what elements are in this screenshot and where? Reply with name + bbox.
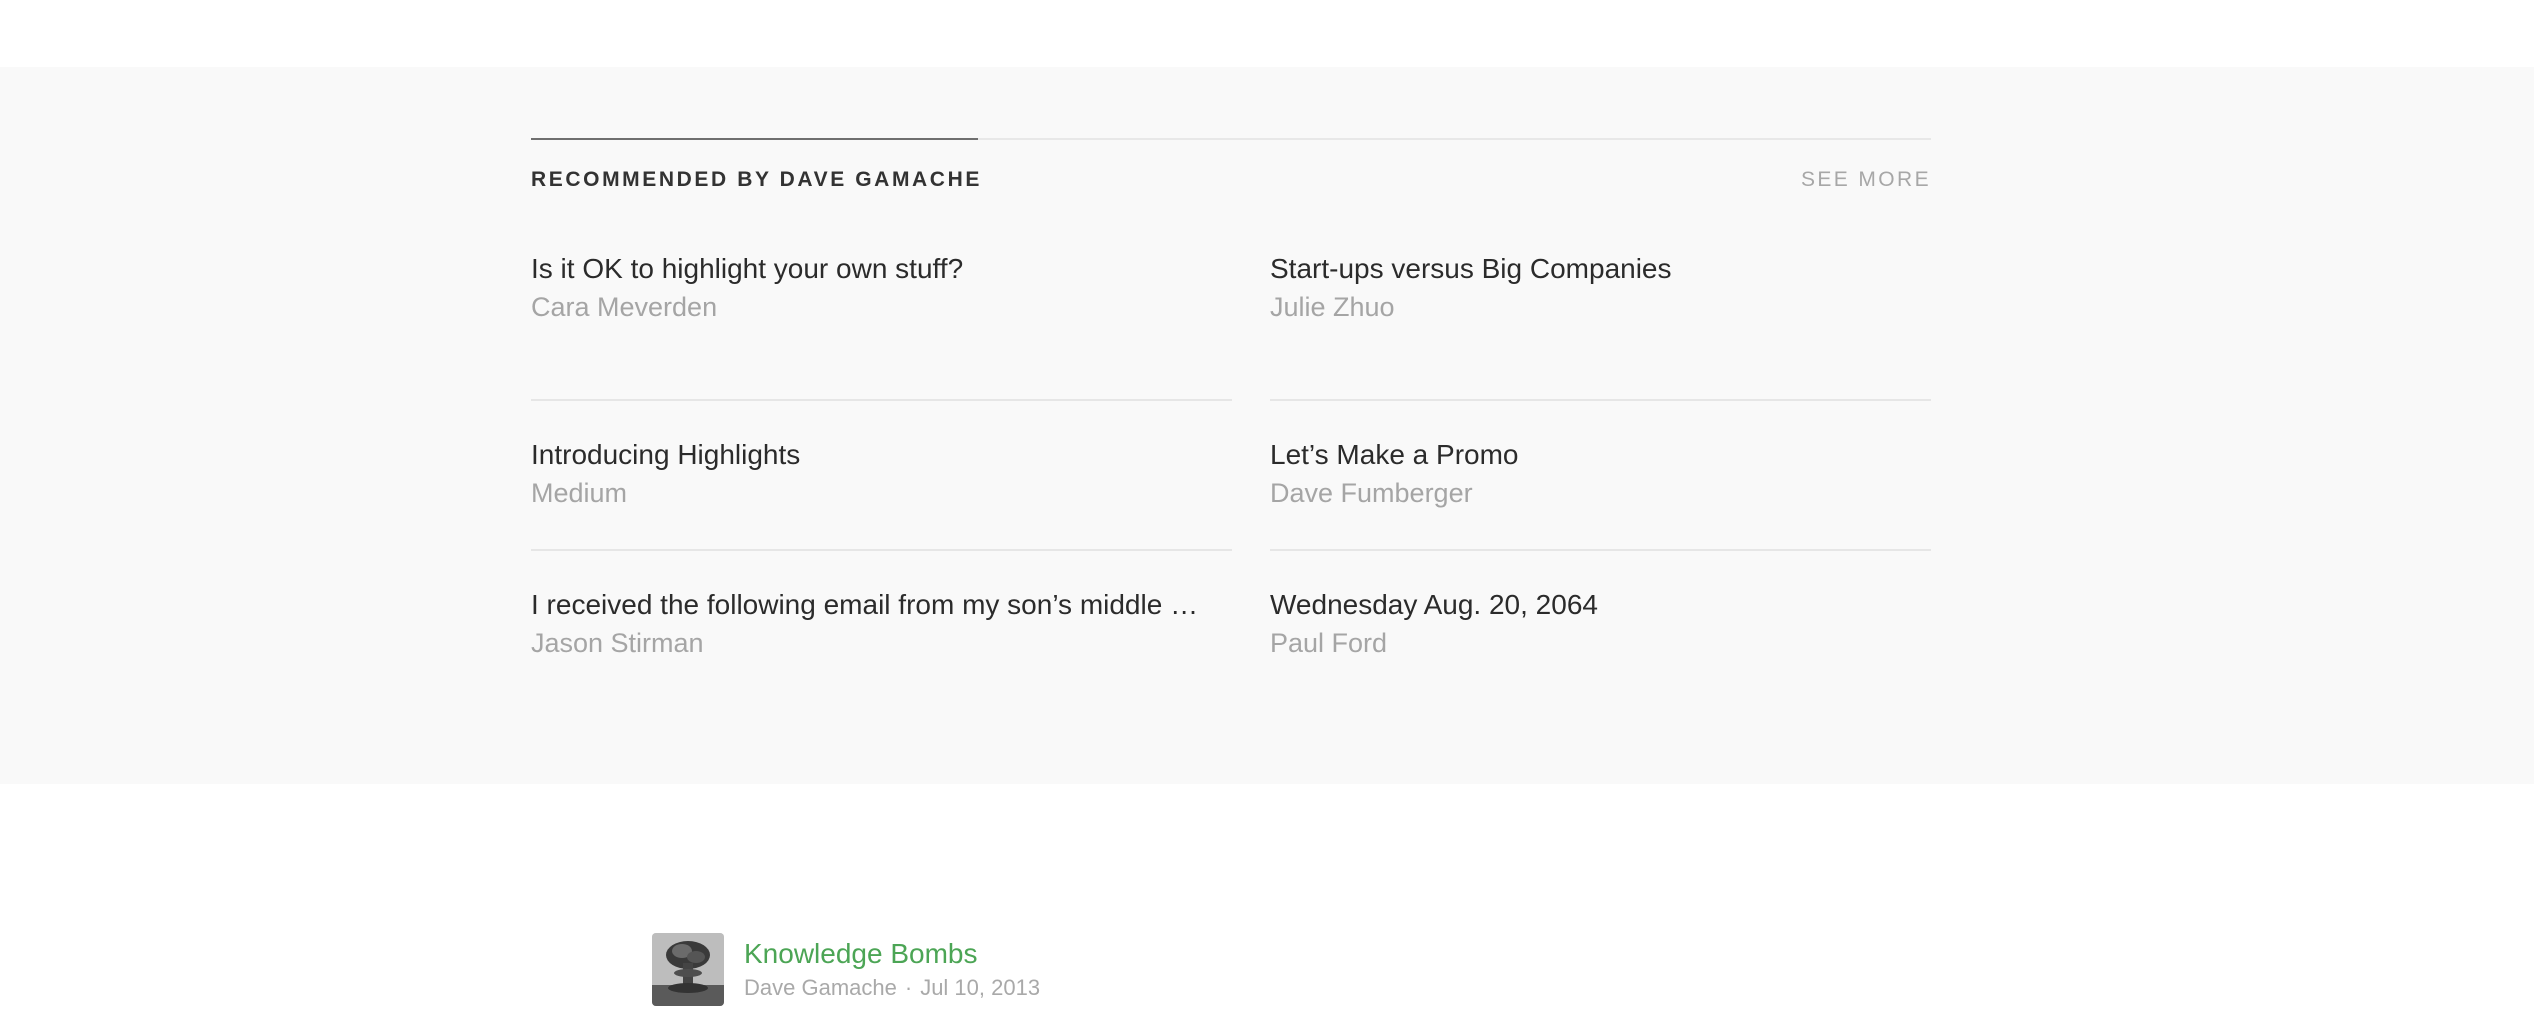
recommendations-section: Recommended by Dave Gamache See more Is …	[0, 67, 2534, 784]
recommendation-item[interactable]: Start-ups versus Big Companies Julie Zhu…	[1270, 251, 1931, 401]
recommendation-author: Paul Ford	[1270, 628, 1388, 658]
post-card-text: Knowledge Bombs Dave Gamache · Jul 10, 201…	[744, 937, 1040, 1003]
recommendation-author: Dave Fumberger	[1270, 478, 1473, 508]
meta-separator: ·	[904, 974, 913, 1000]
recommendation-title[interactable]: I received the following email from my s…	[531, 587, 1207, 623]
recommendations-grid: Is it OK to highlight your own stuff? Ca…	[531, 251, 1931, 701]
collection-name-link[interactable]: Knowledge Bombs	[744, 937, 1040, 971]
mushroom-cloud-image-icon[interactable]	[652, 933, 724, 1006]
recommendation-item[interactable]: I received the following email from my s…	[531, 551, 1232, 701]
recommendation-author: Cara Meverden	[531, 292, 718, 322]
recommendation-author: Medium	[531, 478, 628, 508]
recommendations-heading: Recommended by Dave Gamache	[531, 168, 982, 191]
post-meta: Dave Gamache · Jul 10, 2013	[744, 973, 1040, 1003]
recommendation-title[interactable]: Introducing Highlights	[531, 437, 1207, 473]
post-date: Jul 10, 2013	[920, 974, 1041, 1000]
recommendation-item[interactable]: Let’s Make a Promo Dave Fumberger	[1270, 401, 1931, 551]
recommendation-item[interactable]: Wednesday Aug. 20, 2064 Paul Ford	[1270, 551, 1931, 701]
see-more-link[interactable]: See more	[1801, 168, 1931, 192]
section-divider-accent	[531, 138, 978, 140]
recommendation-title[interactable]: Start-ups versus Big Companies	[1270, 251, 1946, 287]
recommendation-title[interactable]: Is it OK to highlight your own stuff?	[531, 251, 1207, 287]
recommendation-title[interactable]: Wednesday Aug. 20, 2064	[1270, 587, 1946, 623]
recommendation-author: Julie Zhuo	[1270, 292, 1395, 322]
post-author[interactable]: Dave Gamache	[744, 975, 897, 1000]
recommendation-item[interactable]: Is it OK to highlight your own stuff? Ca…	[531, 251, 1232, 401]
recommendation-title[interactable]: Let’s Make a Promo	[1270, 437, 1946, 473]
recommendation-author: Jason Stirman	[531, 628, 704, 658]
post-collection-card: Knowledge Bombs Dave Gamache · Jul 10, 201…	[652, 933, 1040, 1006]
recommendation-item[interactable]: Introducing Highlights Medium	[531, 401, 1232, 551]
